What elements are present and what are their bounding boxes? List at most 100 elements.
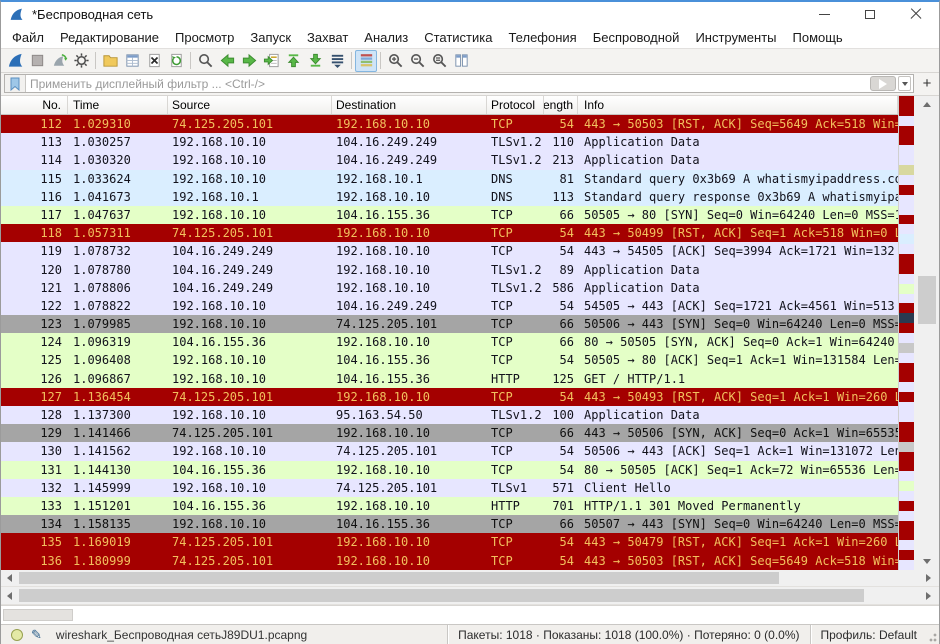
packet-row-115[interactable]: 1151.033624192.168.10.10192.168.10.1DNS8… (1, 170, 898, 188)
column-header-info[interactable]: Info (578, 96, 898, 114)
maximize-button[interactable] (847, 2, 893, 26)
profile-label[interactable]: Профиль: Default (810, 625, 928, 644)
column-header-length[interactable]: Length (544, 96, 578, 114)
packet-row-135[interactable]: 1351.16901974.125.205.101192.168.10.10TC… (1, 533, 898, 551)
resize-columns-button[interactable] (450, 50, 472, 72)
zoom-in-button[interactable] (384, 50, 406, 72)
restart-capture-button[interactable] (48, 50, 70, 72)
horizontal-scrollbar-thumb[interactable] (19, 589, 864, 602)
stop-capture-button[interactable] (26, 50, 48, 72)
go-to-packet-button[interactable] (260, 50, 282, 72)
colorize-button[interactable] (355, 50, 377, 72)
cell-no: 124 (1, 333, 68, 351)
cell-time: 1.078780 (68, 261, 168, 279)
horizontal-scrollbar-secondary[interactable] (1, 587, 939, 605)
packet-row-131[interactable]: 1311.144130104.16.155.36192.168.10.10TCP… (1, 461, 898, 479)
capture-options-button[interactable] (70, 50, 92, 72)
packet-row-136[interactable]: 1361.18099974.125.205.101192.168.10.10TC… (1, 552, 898, 570)
packet-row-119[interactable]: 1191.078732104.16.249.249192.168.10.10TC… (1, 242, 898, 260)
pane-stub[interactable] (3, 609, 73, 621)
packet-row-117[interactable]: 1171.047637192.168.10.10104.16.155.36TCP… (1, 206, 898, 224)
menu-item-8[interactable]: Телефония (500, 28, 584, 47)
packet-row-116[interactable]: 1161.041673192.168.10.1192.168.10.10DNS1… (1, 188, 898, 206)
menu-item-7[interactable]: Статистика (416, 28, 500, 47)
menu-item-2[interactable]: Редактирование (52, 28, 167, 47)
scroll-right-button[interactable] (920, 587, 937, 604)
go-bottom-button[interactable] (304, 50, 326, 72)
menu-item-6[interactable]: Анализ (356, 28, 416, 47)
go-top-button[interactable] (282, 50, 304, 72)
column-header-time[interactable]: Time (68, 96, 168, 114)
start-capture-icon (7, 52, 24, 69)
column-header-source[interactable]: Source (168, 96, 332, 114)
add-filter-button[interactable]: + (918, 75, 936, 93)
horizontal-scrollbar-packet-list[interactable] (1, 570, 939, 587)
open-file-button[interactable] (99, 50, 121, 72)
cell-no: 129 (1, 424, 68, 442)
save-file-button[interactable] (121, 50, 143, 72)
packet-row-127[interactable]: 1271.13645474.125.205.101192.168.10.10TC… (1, 388, 898, 406)
cell-len: 66 (544, 515, 578, 533)
packet-row-122[interactable]: 1221.078822192.168.10.10104.16.249.249TC… (1, 297, 898, 315)
vertical-scrollbar[interactable] (914, 96, 939, 570)
column-header-protocol[interactable]: Protocol (487, 96, 544, 114)
go-back-button[interactable] (216, 50, 238, 72)
packet-row-129[interactable]: 1291.14146674.125.205.101192.168.10.10TC… (1, 424, 898, 442)
auto-scroll-button[interactable] (326, 50, 348, 72)
packet-row-126[interactable]: 1261.096867192.168.10.10104.16.155.36HTT… (1, 370, 898, 388)
column-header-no[interactable]: No. (1, 96, 68, 114)
packet-row-113[interactable]: 1131.030257192.168.10.10104.16.249.249TL… (1, 133, 898, 151)
packet-row-125[interactable]: 1251.096408192.168.10.10104.16.155.36TCP… (1, 351, 898, 369)
packet-row-118[interactable]: 1181.05731174.125.205.101192.168.10.10TC… (1, 224, 898, 242)
packet-row-124[interactable]: 1241.096319104.16.155.36192.168.10.10TCP… (1, 333, 898, 351)
close-button[interactable] (893, 2, 939, 26)
packet-row-123[interactable]: 1231.079985192.168.10.1074.125.205.101TC… (1, 315, 898, 333)
horizontal-scrollbar-thumb[interactable] (19, 572, 779, 584)
packet-row-114[interactable]: 1141.030320192.168.10.10104.16.249.249TL… (1, 151, 898, 169)
display-filter-input[interactable] (26, 76, 870, 91)
chevron-down-icon (902, 82, 908, 86)
menu-item-11[interactable]: Помощь (785, 28, 851, 47)
packet-minimap-scrollbar[interactable] (898, 96, 914, 570)
zoom-out-button[interactable] (406, 50, 428, 72)
filter-bookmark-button[interactable] (5, 75, 26, 92)
packet-row-128[interactable]: 1281.137300192.168.10.1095.163.54.50TLSv… (1, 406, 898, 424)
menu-item-3[interactable]: Просмотр (167, 28, 242, 47)
resize-grip[interactable] (927, 628, 937, 642)
start-capture-button[interactable] (4, 50, 26, 72)
packet-row-133[interactable]: 1331.151201104.16.155.36192.168.10.10HTT… (1, 497, 898, 515)
close-file-button[interactable] (143, 50, 165, 72)
menu-item-9[interactable]: Беспроводной (585, 28, 688, 47)
cell-proto: TCP (487, 461, 544, 479)
cell-src: 192.168.10.10 (168, 297, 332, 315)
scroll-left-button[interactable] (1, 570, 18, 586)
scroll-right-button[interactable] (920, 570, 937, 586)
packet-row-121[interactable]: 1211.078806104.16.249.249192.168.10.10TL… (1, 279, 898, 297)
menu-item-4[interactable]: Запуск (242, 28, 299, 47)
find-packet-button[interactable] (194, 50, 216, 72)
capture-comment-icon[interactable]: ✎ (31, 627, 42, 643)
column-header-destination[interactable]: Destination (332, 96, 487, 114)
filter-dropdown-button[interactable] (898, 76, 911, 91)
vertical-scrollbar-thumb[interactable] (918, 276, 936, 324)
menu-item-10[interactable]: Инструменты (687, 28, 784, 47)
expert-info-icon[interactable] (11, 629, 23, 641)
menu-item-5[interactable]: Захват (299, 28, 356, 47)
reload-file-button[interactable] (165, 50, 187, 72)
cell-time: 1.144130 (68, 461, 168, 479)
scroll-up-button[interactable] (914, 96, 939, 113)
packet-row-132[interactable]: 1321.145999192.168.10.1074.125.205.101TL… (1, 479, 898, 497)
packet-row-120[interactable]: 1201.078780104.16.249.249192.168.10.10TL… (1, 261, 898, 279)
menu-item-1[interactable]: Файл (4, 28, 52, 47)
apply-filter-button[interactable] (870, 76, 896, 91)
minimize-button[interactable] (801, 2, 847, 26)
zoom-normal-button[interactable] (428, 50, 450, 72)
packet-row-130[interactable]: 1301.141562192.168.10.1074.125.205.101TC… (1, 442, 898, 460)
packet-row-134[interactable]: 1341.158135192.168.10.10104.16.155.36TCP… (1, 515, 898, 533)
scroll-left-button[interactable] (1, 587, 18, 604)
minimap-stripe (899, 412, 914, 422)
packet-row-112[interactable]: 1121.02931074.125.205.101192.168.10.10TC… (1, 115, 898, 133)
scroll-down-button[interactable] (914, 553, 939, 570)
cell-time: 1.030320 (68, 151, 168, 169)
go-forward-button[interactable] (238, 50, 260, 72)
